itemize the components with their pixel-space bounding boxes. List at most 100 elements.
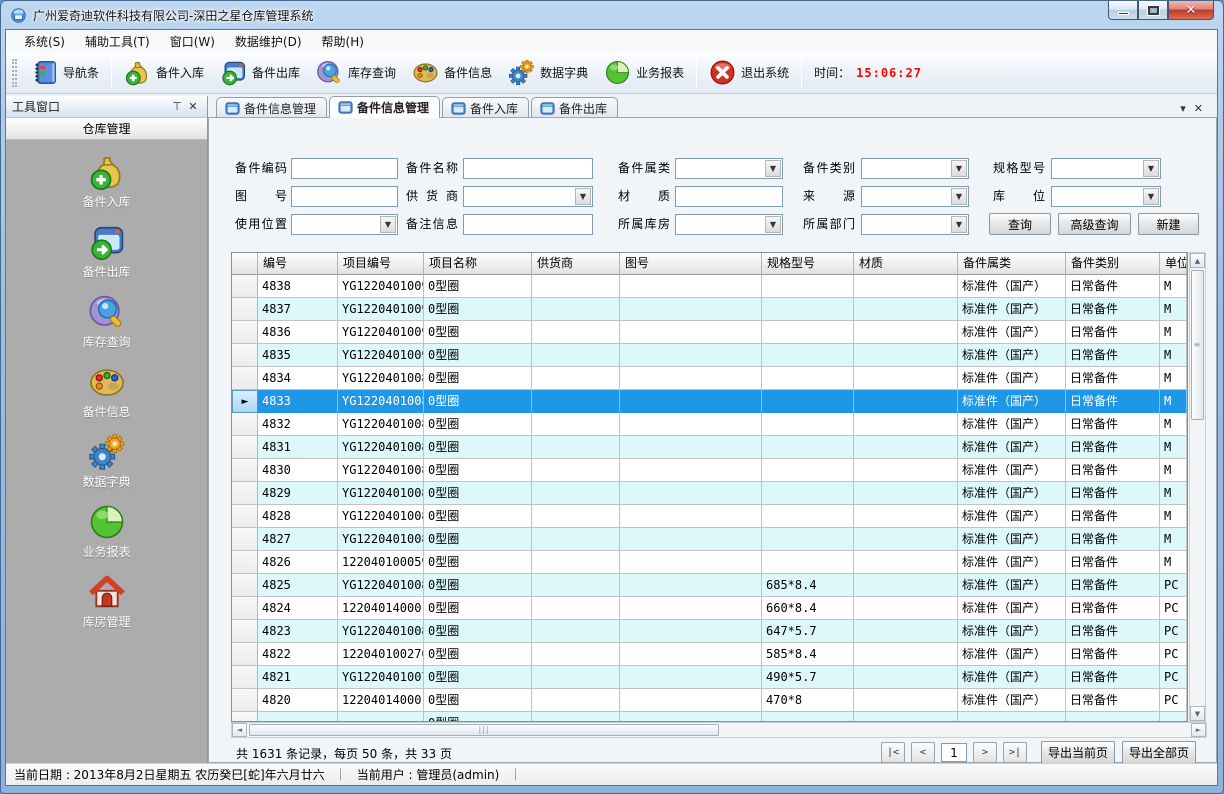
sidebar-item-inventory-search[interactable]: 库存查询 (32, 293, 182, 349)
hscroll-thumb[interactable]: ||| (249, 724, 719, 736)
row-selector[interactable] (232, 367, 258, 390)
export-all-pages-button[interactable]: 导出全部页 (1122, 741, 1196, 764)
part-name-input[interactable] (463, 158, 593, 179)
toolbar-button-navbar[interactable]: 导航条 (23, 55, 107, 90)
row-selector[interactable] (232, 574, 258, 597)
row-selector[interactable] (232, 551, 258, 574)
drawing-no-input[interactable] (291, 186, 398, 207)
remark-input[interactable] (463, 214, 593, 235)
toolbar-button-stock-out[interactable]: 备件出库 (212, 55, 308, 90)
table-row[interactable]: 4831YG122040100860型圈标准件（国产）日常备件M (232, 436, 1187, 459)
row-selector[interactable] (232, 712, 258, 721)
query-button[interactable]: 查询 (989, 213, 1051, 235)
part-code-input[interactable] (291, 158, 398, 179)
scroll-up-icon[interactable]: ▲ (1190, 253, 1205, 268)
tab-list-dropdown-icon[interactable]: ▾ (1180, 103, 1186, 114)
sidebar-item-data-dictionary[interactable]: 数据字典 (32, 433, 182, 489)
tab-close-icon[interactable]: ✕ (1194, 103, 1203, 114)
warehouse-select[interactable]: ▼ (675, 214, 783, 235)
title-bar[interactable]: 广州爱奇迪软件科技有限公司-深田之星仓库管理系统 (1, 1, 1083, 29)
table-header-drawing[interactable]: 图号 (620, 253, 762, 275)
table-row[interactable]: ►4833YG122040100880型圈标准件（国产）日常备件M (232, 390, 1187, 413)
page-first-button[interactable]: |< (881, 742, 905, 763)
minimize-button[interactable] (1108, 1, 1138, 20)
table-row[interactable]: 4838YG122040100930型圈标准件（国产）日常备件M (232, 275, 1187, 298)
new-button[interactable]: 新建 (1138, 213, 1199, 235)
row-selector[interactable] (232, 620, 258, 643)
table-row[interactable]: 4834YG122040100890型圈标准件（国产）日常备件M (232, 367, 1187, 390)
table-row[interactable]: 482212204010027000型圈585*8.4标准件（国产）日常备件PC (232, 643, 1187, 666)
table-row[interactable]: 482612204010005990型圈标准件（国产）日常备件M (232, 551, 1187, 574)
supplier-select[interactable]: ▼ (463, 186, 593, 207)
table-row[interactable]: 4827YG122040100820型圈标准件（国产）日常备件M (232, 528, 1187, 551)
table-header-unit[interactable]: 单位 (1160, 253, 1187, 275)
table-row[interactable]: 4828YG122040100830型圈标准件（国产）日常备件M (232, 505, 1187, 528)
table-header-category[interactable]: 备件属类 (958, 253, 1066, 275)
sidebar-item-parts-info[interactable]: 备件信息 (32, 363, 182, 419)
row-selector[interactable] (232, 528, 258, 551)
export-current-page-button[interactable]: 导出当前页 (1041, 741, 1115, 764)
table-row[interactable]: 0型圈 (232, 712, 1187, 721)
page-prev-button[interactable]: < (911, 742, 935, 763)
table-header-name[interactable]: 项目名称 (424, 253, 532, 275)
part-category-select[interactable]: ▼ (675, 158, 783, 179)
row-selector[interactable] (232, 436, 258, 459)
table-row[interactable]: 4829YG122040100840型圈标准件（国产）日常备件M (232, 482, 1187, 505)
maximize-button[interactable] (1138, 1, 1168, 20)
menu-item-1[interactable]: 辅助工具(T) (75, 30, 160, 53)
table-header-id[interactable]: 编号 (258, 253, 338, 275)
row-selector[interactable] (232, 344, 258, 367)
table-row[interactable]: 4825YG122040100810型圈685*8.4标准件（国产）日常备件PC (232, 574, 1187, 597)
usage-position-select[interactable]: ▼ (291, 214, 398, 235)
table-row[interactable]: 4821YG122040100790型圈490*5.7标准件（国产）日常备件PC (232, 666, 1187, 689)
menu-item-4[interactable]: 帮助(H) (312, 30, 374, 53)
sidebar-item-business-report[interactable]: 业务报表 (32, 503, 182, 559)
row-selector[interactable] (232, 482, 258, 505)
toolbar-button-business-report[interactable]: 业务报表 (596, 55, 692, 90)
table-row[interactable]: 4835YG122040100900型圈标准件（国产）日常备件M (232, 344, 1187, 367)
part-type-select[interactable]: ▼ (861, 158, 969, 179)
page-next-button[interactable]: > (973, 742, 997, 763)
warehouse-management-section[interactable]: 仓库管理 (6, 118, 207, 140)
table-row[interactable]: 482012204014000130型圈470*8标准件（国产）日常备件PC (232, 689, 1187, 712)
row-selector[interactable] (232, 689, 258, 712)
row-selector[interactable] (232, 643, 258, 666)
table-row[interactable]: 482412204014000120型圈660*8.4标准件（国产）日常备件PC (232, 597, 1187, 620)
table-header-type[interactable]: 备件类别 (1066, 253, 1160, 275)
tab-3[interactable]: 备件出库 (531, 97, 618, 118)
row-selector[interactable] (232, 666, 258, 689)
row-selector[interactable] (232, 413, 258, 436)
storage-location-select[interactable]: ▼ (1051, 186, 1161, 207)
pin-icon[interactable]: ⊤ (169, 99, 185, 115)
spec-model-select[interactable]: ▼ (1051, 158, 1161, 179)
page-number-input[interactable] (941, 743, 967, 762)
table-row[interactable]: 4823YG122040100800型圈647*5.7标准件（国产）日常备件PC (232, 620, 1187, 643)
department-select[interactable]: ▼ (861, 214, 969, 235)
vscroll-thumb[interactable]: ≡ (1191, 270, 1204, 420)
scroll-left-icon[interactable]: ◄ (232, 723, 247, 737)
close-button[interactable]: ✕ (1168, 1, 1214, 20)
table-header-project_no[interactable]: 项目编号 (338, 253, 424, 275)
sidebar-item-stock-in[interactable]: 备件入库 (32, 153, 182, 209)
advanced-query-button[interactable]: 高级查询 (1058, 213, 1131, 235)
table-row[interactable]: 4837YG122040100920型圈标准件（国产）日常备件M (232, 298, 1187, 321)
sidebar-item-stock-out[interactable]: 备件出库 (32, 223, 182, 279)
row-selector[interactable] (232, 321, 258, 344)
row-selector[interactable] (232, 505, 258, 528)
toolbar-button-data-dictionary[interactable]: 数据字典 (500, 55, 596, 90)
toolbar-button-stock-in[interactable]: 备件入库 (116, 55, 212, 90)
toolbar-button-parts-info[interactable]: 备件信息 (404, 55, 500, 90)
scroll-right-icon[interactable]: ► (1191, 723, 1206, 737)
menu-item-3[interactable]: 数据维护(D) (225, 30, 312, 53)
row-selector[interactable] (232, 298, 258, 321)
table-row[interactable]: 4836YG122040100910型圈标准件（国产）日常备件M (232, 321, 1187, 344)
menu-item-2[interactable]: 窗口(W) (160, 30, 225, 53)
tab-1[interactable]: 备件信息管理 (329, 96, 440, 118)
vertical-scrollbar[interactable]: ▲▼≡ (1189, 252, 1206, 722)
page-last-button[interactable]: >| (1003, 742, 1027, 763)
table-header-spec[interactable]: 规格型号 (762, 253, 854, 275)
sidebar-item-warehouse[interactable]: 库房管理 (32, 573, 182, 629)
row-selector[interactable] (232, 597, 258, 620)
panel-close-icon[interactable]: ✕ (185, 99, 201, 115)
material-input[interactable] (675, 186, 783, 207)
